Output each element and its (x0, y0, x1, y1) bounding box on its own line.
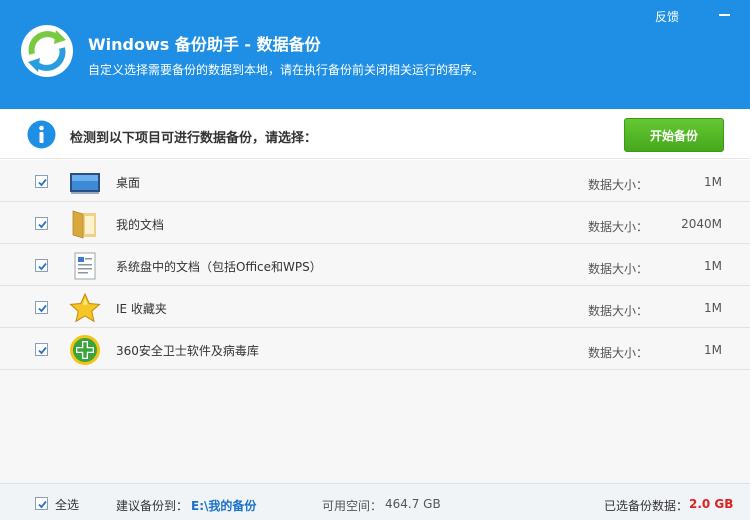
item-size-label: 数据大小： (588, 304, 649, 318)
item-checkbox[interactable] (35, 301, 48, 314)
select-all-label[interactable]: 全选 (55, 496, 79, 513)
start-backup-button[interactable]: 开始备份 (624, 118, 724, 152)
item-size-value: 1M (704, 343, 722, 357)
check-icon (38, 178, 47, 187)
check-icon (38, 304, 47, 313)
list-item: IE 收藏夹 数据大小： 1M (0, 286, 750, 328)
prompt-bar: 检测到以下项目可进行数据备份，请选择： 开始备份 (0, 109, 750, 159)
item-size-value: 1M (704, 175, 722, 189)
free-space-value: 464.7 GB (385, 497, 441, 511)
prompt-text: 检测到以下项目可进行数据备份，请选择： (70, 131, 318, 146)
selected-size-value: 2.0 GB (689, 497, 734, 511)
documents-folder-icon (72, 210, 96, 239)
desktop-icon (70, 173, 100, 194)
item-checkbox[interactable] (35, 343, 48, 356)
item-size-label: 数据大小： (588, 178, 649, 192)
list-item: 360安全卫士软件及病毒库 数据大小： 1M (0, 328, 750, 370)
360-security-icon (70, 335, 100, 365)
select-all-checkbox[interactable] (35, 497, 48, 510)
free-space-label: 可用空间： (322, 499, 383, 513)
item-checkbox[interactable] (35, 175, 48, 188)
check-icon (38, 346, 47, 355)
feedback-link[interactable]: 反馈 (655, 8, 679, 25)
item-name: IE 收藏夹 (116, 302, 167, 316)
check-icon (38, 500, 47, 509)
item-size-label: 数据大小： (588, 346, 649, 360)
item-size-value: 1M (704, 259, 722, 273)
item-size-value: 1M (704, 301, 722, 315)
check-icon (38, 220, 47, 229)
item-checkbox[interactable] (35, 217, 48, 230)
item-name: 系统盘中的文档（包括Office和WPS） (116, 260, 322, 274)
item-size-value: 2040M (681, 217, 722, 231)
footer-bar: 全选 建议备份到： E:\我的备份 可用空间： 464.7 GB 已选备份数据：… (0, 483, 750, 520)
backup-sync-icon (21, 25, 73, 77)
minimize-icon (719, 14, 730, 16)
info-icon (27, 120, 56, 149)
selected-size-label: 已选备份数据： (604, 499, 689, 513)
favorites-star-icon (69, 292, 101, 323)
title-bar: Windows 备份助手 - 数据备份 自定义选择需要备份的数据到本地，请在执行… (0, 0, 750, 109)
check-icon (38, 262, 47, 271)
app-title: Windows 备份助手 - 数据备份 (88, 35, 321, 54)
item-name: 我的文档 (116, 218, 165, 232)
item-name: 360安全卫士软件及病毒库 (116, 344, 259, 358)
list-item: 我的文档 数据大小： 2040M (0, 202, 750, 244)
item-checkbox[interactable] (35, 259, 48, 272)
item-name: 桌面 (116, 176, 141, 190)
item-size-label: 数据大小： (588, 262, 649, 276)
backup-path-link[interactable]: E:\我的备份 (191, 497, 256, 514)
app-subtitle: 自定义选择需要备份的数据到本地，请在执行备份前关闭相关运行的程序。 (88, 63, 485, 77)
suggest-path-label: 建议备份到： (116, 499, 189, 513)
office-document-icon (74, 252, 96, 280)
list-item: 系统盘中的文档（包括Office和WPS） 数据大小： 1M (0, 244, 750, 286)
list-item: 桌面 数据大小： 1M (0, 160, 750, 202)
backup-item-list: 桌面 数据大小： 1M 我的文档 数据大小： 2040M 系统盘中的文档（包括O… (0, 160, 750, 483)
item-size-label: 数据大小： (588, 220, 649, 234)
